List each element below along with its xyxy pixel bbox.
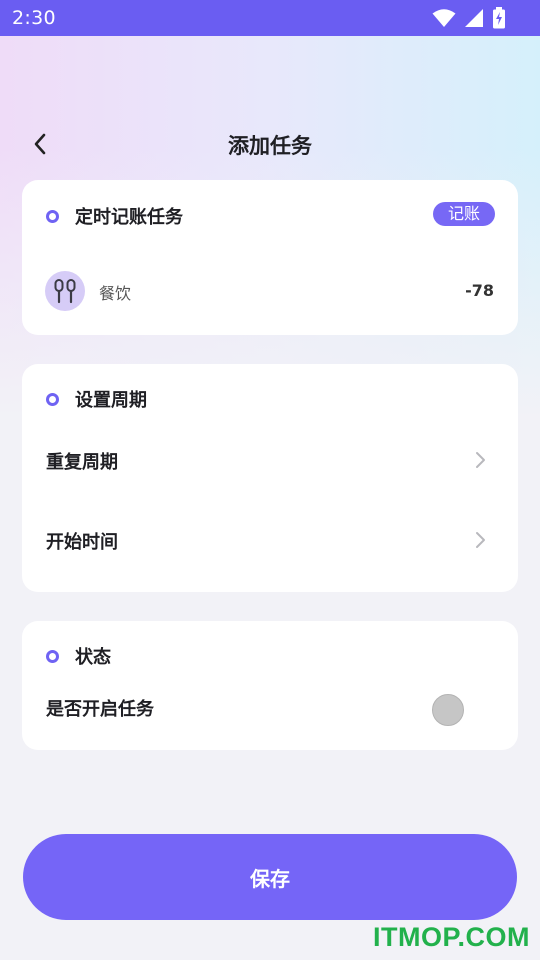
navigation-bar: 添加任务 (0, 120, 540, 168)
task-section-title: 定时记账任务 (75, 207, 183, 228)
page-title: 添加任务 (228, 134, 312, 158)
bookkeeping-tag[interactable]: 记账 (432, 202, 495, 226)
start-time-row[interactable]: 开始时间 (22, 512, 518, 568)
status-section-header: 状态 (46, 643, 111, 669)
repeat-cycle-row[interactable]: 重复周期 (22, 432, 518, 488)
section-dot-icon (46, 209, 59, 223)
status-section-title: 状态 (75, 647, 111, 668)
status-time: 2:30 (12, 7, 56, 29)
fork-knife-icon (45, 271, 85, 311)
save-button[interactable]: 保存 (23, 834, 517, 920)
task-section-header: 定时记账任务 (46, 203, 183, 229)
chevron-right-icon (476, 532, 485, 548)
section-dot-icon (46, 392, 59, 406)
chevron-right-icon (476, 452, 485, 468)
category-label: 餐饮 (99, 284, 132, 303)
watermark-logo: ITMOP.COM (372, 922, 530, 952)
period-section-title: 设置周期 (75, 390, 147, 411)
status-bar: 2:30 (0, 0, 540, 36)
section-dot-icon (46, 649, 59, 663)
enable-task-label: 是否开启任务 (46, 699, 154, 720)
status-card: 状态 是否开启任务 (22, 621, 518, 750)
start-time-label: 开始时间 (46, 532, 118, 553)
cell-signal-icon (465, 9, 483, 27)
repeat-cycle-label: 重复周期 (46, 452, 118, 473)
period-section-header: 设置周期 (46, 386, 147, 412)
task-card: 定时记账任务 记账 餐饮 -78 (22, 180, 518, 335)
battery-icon (493, 7, 505, 29)
period-card: 设置周期 重复周期 开始时间 (22, 364, 518, 592)
wifi-icon (432, 9, 456, 27)
amount-value: -78 (465, 281, 494, 300)
enable-task-toggle[interactable] (432, 694, 464, 726)
status-icons (432, 7, 506, 29)
